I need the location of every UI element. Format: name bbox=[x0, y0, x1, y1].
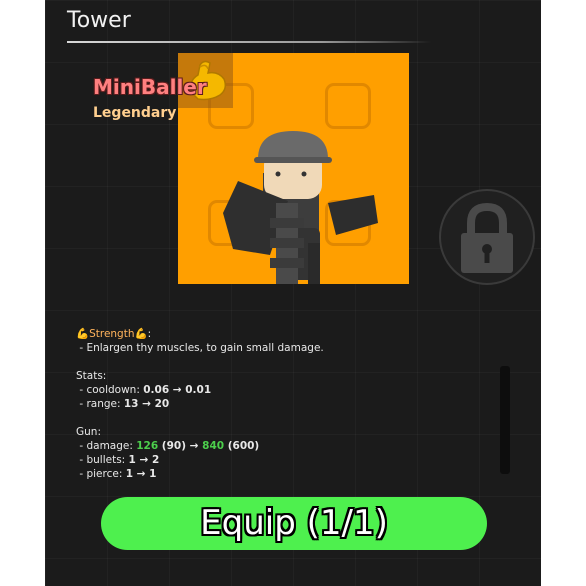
stats-header: Stats: bbox=[76, 370, 107, 382]
ability-suffix: : bbox=[147, 328, 152, 340]
tower-name: MiniBaller bbox=[93, 75, 207, 99]
stat-cooldown: - cooldown: 0.06 → 0.01 bbox=[76, 383, 324, 397]
flex-icon: 💪 bbox=[134, 328, 148, 340]
stat-from: 13 bbox=[123, 398, 139, 410]
stat-range: - range: 13 → 20 bbox=[76, 397, 324, 411]
stat-base: (600) bbox=[224, 440, 260, 452]
stat-base: (90) bbox=[158, 440, 187, 452]
stat-to: 20 bbox=[154, 398, 170, 410]
stat-label: - range: bbox=[76, 398, 124, 410]
stat-bullets: - bullets: 1 → 2 bbox=[76, 453, 324, 467]
ability-description: - Enlargen thy muscles, to gain small da… bbox=[76, 342, 324, 354]
window-title: Tower bbox=[67, 8, 131, 33]
stat-to: 1 bbox=[149, 468, 157, 480]
arrow: → bbox=[186, 440, 203, 452]
arrow: → bbox=[135, 454, 152, 466]
arrow: → bbox=[169, 384, 186, 396]
tower-panel: Tower X bbox=[45, 0, 541, 586]
stat-to: 0.01 bbox=[185, 384, 212, 396]
locked-slot-button[interactable] bbox=[439, 189, 535, 285]
stat-from: 1 bbox=[125, 468, 134, 480]
stat-label: - damage: bbox=[76, 440, 137, 452]
flex-icon: 💪 bbox=[76, 328, 90, 340]
equip-button[interactable]: Equip (1/1) bbox=[101, 497, 487, 550]
tower-rarity: Legendary bbox=[93, 105, 177, 121]
stat-label: - cooldown: bbox=[76, 384, 144, 396]
stat-from: 1 bbox=[128, 454, 136, 466]
title-divider bbox=[67, 41, 431, 43]
ability-name: Strength bbox=[89, 328, 135, 340]
stat-from: 126 bbox=[136, 440, 159, 452]
stat-damage: - damage: 126 (90) → 840 (600) bbox=[76, 439, 324, 453]
arrow: → bbox=[138, 398, 155, 410]
stat-label: - bullets: bbox=[76, 454, 129, 466]
stat-label: - pierce: bbox=[76, 468, 126, 480]
lock-icon bbox=[461, 202, 513, 273]
stat-to: 2 bbox=[151, 454, 160, 466]
stat-from: 0.06 bbox=[143, 384, 170, 396]
tower-info-text: 💪Strength💪: - Enlargen thy muscles, to g… bbox=[76, 327, 324, 481]
stat-pierce: - pierce: 1 → 1 bbox=[76, 467, 324, 481]
arrow: → bbox=[133, 468, 150, 480]
ability-line: 💪Strength💪: bbox=[76, 327, 324, 341]
stat-to: 840 bbox=[202, 440, 225, 452]
gun-header: Gun: bbox=[76, 426, 101, 438]
info-scrollbar[interactable] bbox=[500, 366, 510, 474]
